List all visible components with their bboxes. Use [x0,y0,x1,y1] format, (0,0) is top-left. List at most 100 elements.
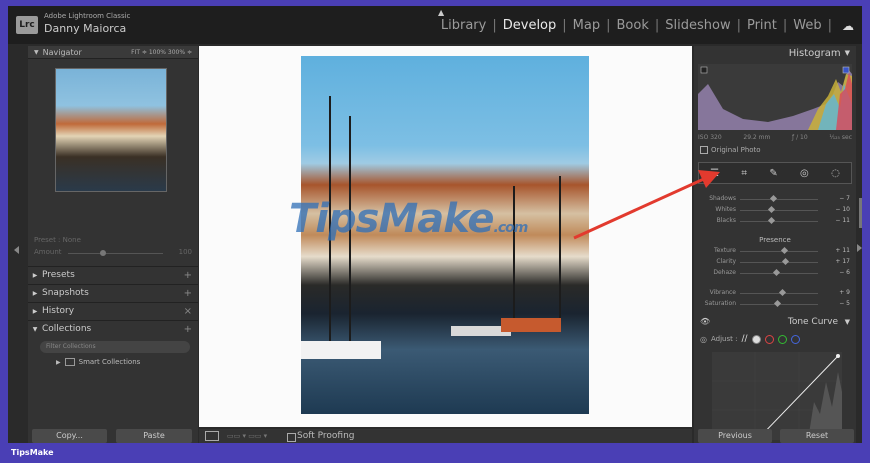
point-curve-blue[interactable] [790,334,800,344]
slider-track[interactable] [740,221,818,222]
target-adjust-icon[interactable]: ◎ [700,335,707,344]
point-curve-white[interactable] [751,334,761,344]
slider-track[interactable] [740,251,818,252]
section-collections[interactable]: ▼ Collections + [28,320,198,337]
add-preset-button[interactable]: + [184,270,192,281]
tone-curve-adjust: ◎ Adjust : ∕∕ [700,334,800,344]
soft-proofing-label: Soft Proofing [297,431,355,441]
slider-knob[interactable] [773,299,781,308]
module-print[interactable]: Print [747,18,777,33]
expand-icon: ▶ [56,358,61,366]
slider-clarity[interactable]: Clarity + 17 [700,257,850,268]
navigator-label: Navigator [42,47,82,57]
footer-brand: TipsMake [11,448,54,457]
clear-history-button[interactable]: × [184,306,192,317]
slider-dehaze[interactable]: Dehaze − 6 [700,268,850,279]
user-name: Danny Maiorca [44,22,127,35]
point-curve-red[interactable] [764,334,774,344]
image-toolbar: ▭▭ ▾ ▭▭ ▾ Soft Proofing [199,429,692,443]
module-develop[interactable]: Develop [503,18,557,33]
copy-button[interactable]: Copy... [32,429,107,443]
slider-knob[interactable] [779,288,787,297]
original-photo-checkbox[interactable] [700,146,708,154]
parametric-curve-icon[interactable]: ∕∕ [741,334,747,344]
module-web[interactable]: Web [793,18,821,33]
slider-label: Saturation [704,300,736,307]
slider-value: + 17 [835,258,850,265]
point-curve-green[interactable] [777,334,787,344]
slider-texture[interactable]: Texture + 11 [700,246,850,257]
slider-label: Texture [714,247,736,254]
slider-knob[interactable] [782,257,790,266]
soft-proofing-checkbox[interactable] [287,433,296,442]
histogram-graph [698,66,852,130]
smart-collections-item[interactable]: ▶ Smart Collections [56,358,140,366]
boat-hull [501,318,561,332]
slider-value: − 10 [835,206,850,213]
slider-vibrance[interactable]: Vibrance + 9 [700,288,850,299]
adjust-label: Adjust : [710,335,738,343]
presets-label: Presets [42,270,75,280]
tone-curve-label: Tone Curve [787,317,838,327]
slider-label: Vibrance [709,289,736,296]
section-history[interactable]: ▶ History × [28,302,198,319]
slider-knob[interactable] [768,205,776,214]
module-picker: Library | Develop | Map | Book | Slideshow | … [440,18,854,33]
module-slideshow[interactable]: Slideshow [665,18,730,33]
visibility-eye-icon[interactable]: 👁 [700,317,710,326]
cloud-icon[interactable]: ☁ [842,19,854,33]
left-panel-toggle-icon[interactable] [14,246,19,254]
annotation-arrow [573,170,720,240]
slider-label: Dehaze [713,269,736,276]
navigator-zoom-options[interactable]: FIT ≑ 100% 300% ≑ [131,49,192,56]
red-eye-icon[interactable]: ◎ [800,168,809,179]
slider-value: − 5 [839,300,850,307]
amount-track[interactable] [68,253,163,254]
right-panel-scrollbar[interactable] [859,198,862,228]
paste-button[interactable]: Paste [116,429,192,443]
preset-label: Preset : None [34,236,81,244]
section-presets[interactable]: ▶ Presets + [28,266,198,283]
original-photo-label: Original Photo [711,146,761,154]
loupe-view-icon[interactable] [205,431,219,441]
slider-track[interactable] [740,199,818,200]
navigator-preview[interactable] [55,68,167,192]
collections-search-input[interactable]: Filter Collections [40,341,190,353]
module-map[interactable]: Map [573,18,600,33]
histogram-label: Histogram [788,47,841,59]
tone-curve-graph[interactable] [712,352,842,440]
navigator-header[interactable]: ▼ Navigator FIT ≑ 100% 300% ≑ [28,46,198,59]
crop-icon[interactable]: ⌗ [741,168,747,179]
reset-button[interactable]: Reset [780,429,854,443]
module-book[interactable]: Book [617,18,649,33]
amount-label: Amount [34,248,62,256]
focal-length: 29.2 mm [743,134,771,141]
copy-paste-bar: Copy... Paste [28,429,198,443]
previous-button[interactable]: Previous [698,429,772,443]
section-snapshots[interactable]: ▶ Snapshots + [28,284,198,301]
slider-knob[interactable] [769,194,777,203]
module-library[interactable]: Library [441,18,486,33]
slider-track[interactable] [740,210,818,211]
slider-knob[interactable] [768,216,776,225]
healing-brush-icon[interactable]: ✎ [769,168,777,179]
before-after-icon[interactable]: ▭▭ ▾ ▭▭ ▾ [227,432,267,440]
panel-collapse-top-icon[interactable]: ▲ [438,8,444,17]
masking-icon[interactable]: ◌ [831,168,840,179]
tone-curve-header[interactable]: 👁 Tone Curve ▼ [694,316,856,330]
slider-knob[interactable] [772,268,780,277]
histogram[interactable] [698,64,852,130]
boat-hull [301,341,381,359]
amount-slider-knob[interactable] [100,250,106,256]
aperture: ƒ / 10 [792,134,808,141]
original-photo-toggle[interactable]: Original Photo [700,146,761,154]
slider-knob[interactable] [780,246,788,255]
add-collection-button[interactable]: + [184,324,192,335]
slider-value: − 7 [839,195,850,202]
add-snapshot-button[interactable]: + [184,288,192,299]
right-panel-toggle-icon[interactable] [857,244,862,252]
histogram-header[interactable]: Histogram ▼ [694,46,856,60]
slider-saturation[interactable]: Saturation − 5 [700,299,850,310]
lightroom-window: ▲ Lrc Adobe Lightroom Classic Danny Maio… [8,6,862,443]
slider-track[interactable] [740,262,818,263]
